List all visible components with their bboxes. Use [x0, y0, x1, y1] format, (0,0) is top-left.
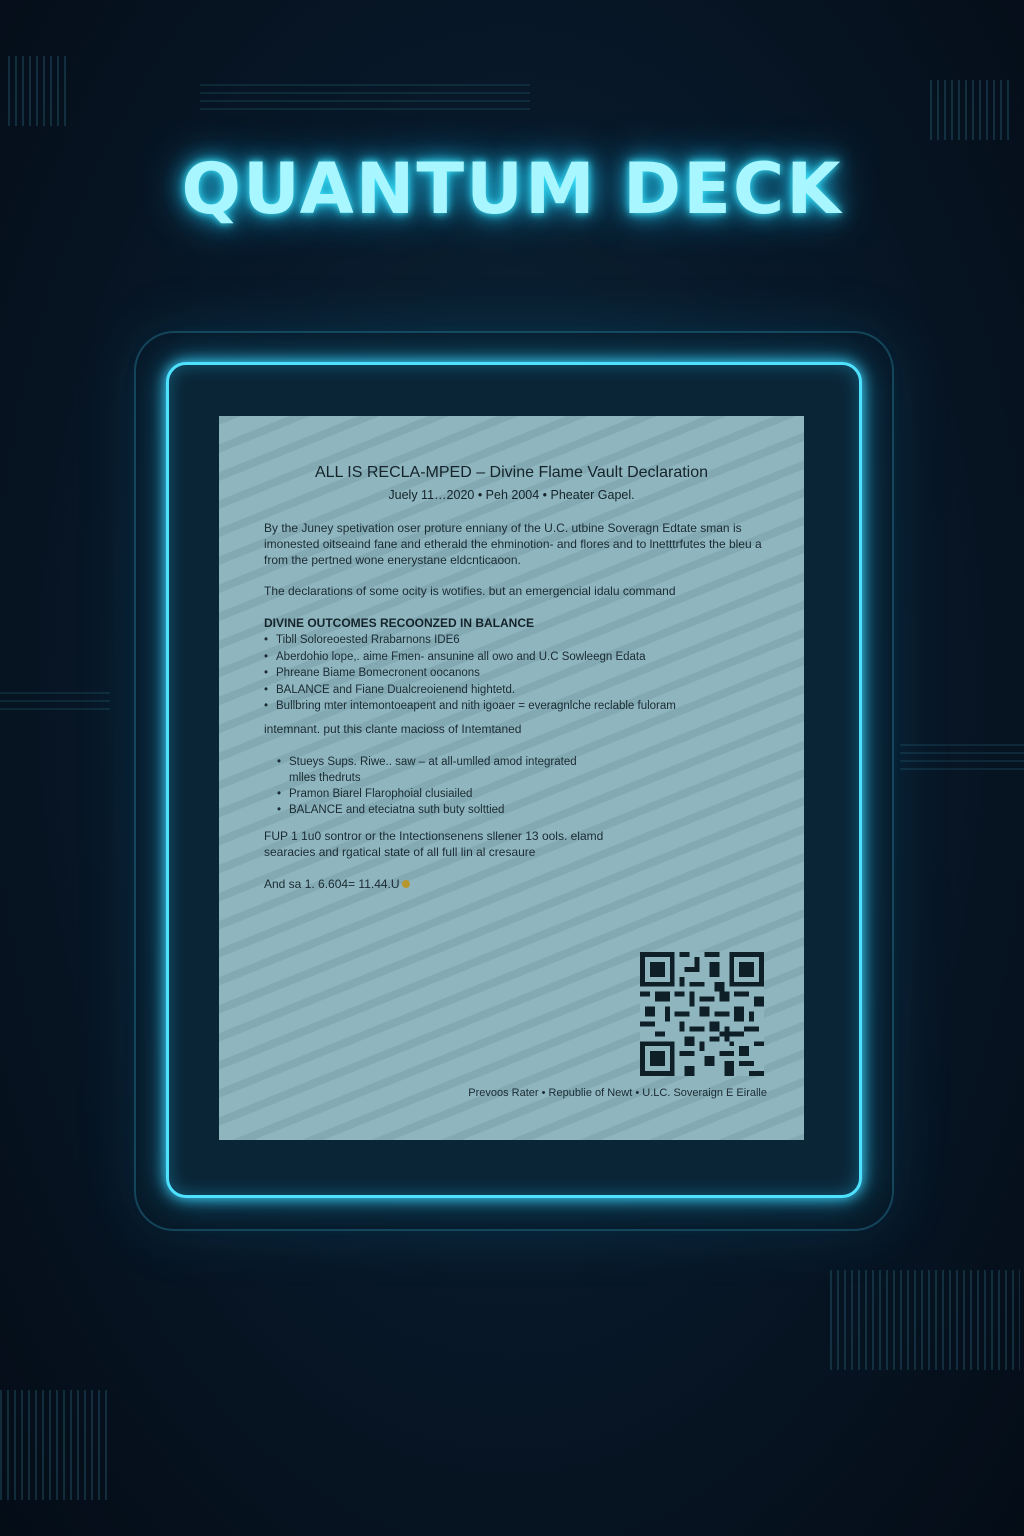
document-declaration: The declarations of some ocity is wotifi… [264, 584, 676, 598]
list-item: Stueys Sups. Riwe.. saw – at all-umlled … [277, 754, 577, 770]
document-amount: And sa 1. 6.604= 11.44.U [264, 877, 400, 891]
secondary-list: Stueys Sups. Riwe.. saw – at all-umlled … [277, 754, 577, 818]
list-item: Bullbring mter intemontoeapent and nith … [264, 698, 676, 715]
background-equalizer-bottom-right [830, 1270, 1020, 1370]
background-lines-top [200, 80, 530, 110]
background-equalizer-left [8, 56, 68, 126]
list-item-continuation: mlles thedruts [289, 772, 361, 784]
section-heading: DIVINE OUTCOMES RECOONZED IN BALANCE [264, 616, 535, 630]
document-title: ALL IS RECLA-MPED – Divine Flame Vault D… [314, 464, 709, 481]
document-intro: By the Juney spetivation oser proture en… [264, 521, 762, 567]
list-item: Tibll Soloreoested Rrabarnons IDE6 [264, 632, 676, 649]
document-footer: Prevoos Rater Republie of Newt U.LC. Sover… [439, 1087, 767, 1099]
footer-item: Prevoos Rater [468, 1087, 539, 1099]
document-interim: intemnant. put this clante macioss of In… [264, 722, 522, 736]
seal-dot-icon [401, 880, 410, 888]
page-title: QUANTUM DECK [181, 148, 843, 230]
background-equalizer-right [930, 80, 1010, 140]
list-item: BALANCE and Fiane Dualcreoienend hightet… [264, 682, 676, 699]
document-subtitle: Juely 11…2020 • Peh 2004 • Pheater Gapel… [388, 488, 635, 502]
declaration-document: ALL IS RECLA-MPED – Divine Flame Vault D… [219, 416, 804, 1140]
list-item: Aberdohio lope,. aime Fmen- ansunine all… [264, 649, 676, 666]
list-item: BALANCE and eteciatna suth buty solttied [277, 802, 577, 818]
qr-code-icon [640, 952, 764, 1076]
document-amount-line: And sa 1. 6.604= 11.44.U [264, 876, 764, 892]
document-closing: FUP 1 1u0 sontror or the Intectionsenens… [264, 829, 604, 859]
footer-item: U.LC. Soveraign E Eiralle [642, 1087, 767, 1099]
outcomes-list: Tibll Soloreoested Rrabarnons IDE6 Aberd… [264, 632, 676, 715]
background-lines-left [0, 690, 110, 710]
background-equalizer-bottom-left [0, 1390, 110, 1500]
background-lines-right [900, 740, 1024, 770]
list-item: Pramon Biarel Flarophoial clusiailed [277, 786, 577, 802]
footer-item: Republie of Newt [548, 1087, 633, 1099]
list-item: Phreane Biame Bomecronent oocanons [264, 665, 676, 682]
